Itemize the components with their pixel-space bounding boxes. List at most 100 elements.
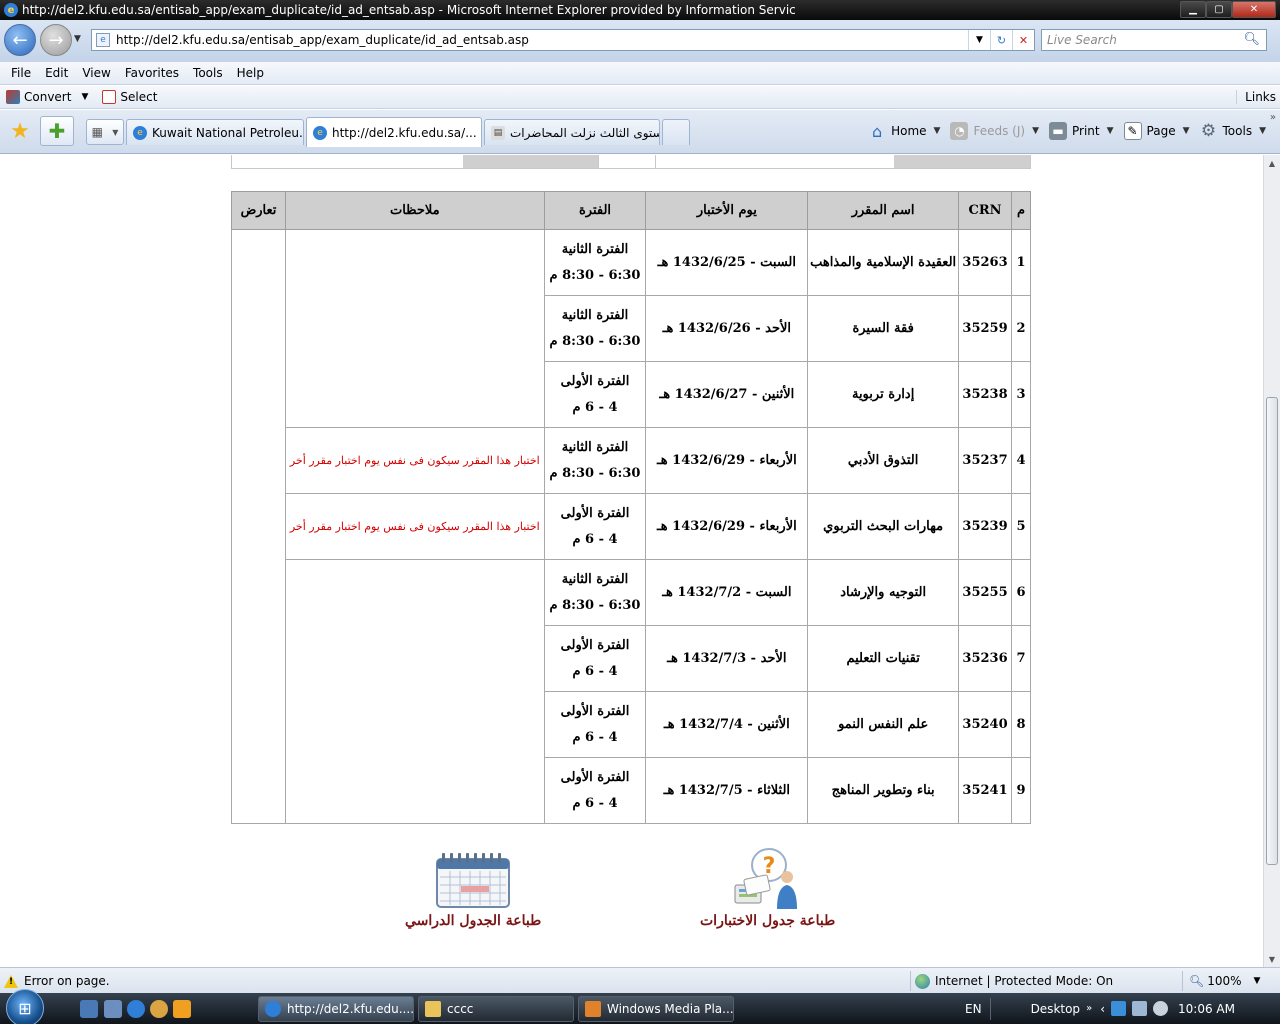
- history-dropdown-icon[interactable]: ▼: [74, 34, 81, 44]
- home-button[interactable]: ⌂ Home ▼: [868, 122, 941, 141]
- scrollbar-thumb[interactable]: [1266, 397, 1278, 865]
- language-indicator[interactable]: EN: [965, 1002, 982, 1016]
- taskbar-folder-window[interactable]: cccc: [418, 996, 574, 1022]
- tab-third-level[interactable]: ▤ المستوى الثالث نزلت المحاضرات: [484, 119, 660, 145]
- start-button[interactable]: ⊞: [6, 989, 44, 1024]
- office-quicklaunch-icon[interactable]: [173, 1000, 191, 1018]
- zoom-control[interactable]: 🔍︎ 100% ▼: [1182, 971, 1260, 991]
- page-button[interactable]: ✎ Page ▼: [1123, 122, 1190, 140]
- tools-button[interactable]: ⚙ Tools ▼: [1200, 121, 1266, 141]
- refresh-icon[interactable]: ↻: [990, 30, 1012, 50]
- menu-file[interactable]: File: [4, 66, 38, 80]
- address-url: http://del2.kfu.edu.sa/entisab_app/exam_…: [116, 33, 529, 47]
- period-time: 6:30 - 8:30 م: [549, 597, 641, 613]
- search-input[interactable]: Live Search 🔍︎: [1041, 29, 1267, 51]
- toolbar-overflow-icon[interactable]: »: [1270, 112, 1276, 123]
- convert-toolbar: Convert ▼ Select Links: [0, 86, 1280, 109]
- header-num: م: [1011, 191, 1031, 230]
- period-time: 4 - 6 م: [572, 729, 618, 745]
- close-button[interactable]: ✕: [1232, 1, 1276, 18]
- print-button[interactable]: ▬ Print ▼: [1049, 122, 1114, 140]
- media-quicklaunch-icon[interactable]: [150, 1000, 168, 1018]
- address-input[interactable]: e http://del2.kfu.edu.sa/entisab_app/exa…: [91, 29, 1035, 51]
- taskbar-ie-window[interactable]: http://del2.kfu.edu....: [258, 996, 414, 1022]
- security-zone[interactable]: Internet | Protected Mode: On: [910, 971, 1113, 991]
- ie-quicklaunch-icon[interactable]: [127, 1000, 145, 1018]
- window-title-bar[interactable]: e http://del2.kfu.edu.sa/entisab_app/exa…: [0, 0, 1280, 20]
- links-button[interactable]: Links: [1236, 90, 1276, 104]
- row-crn: 35236: [958, 625, 1013, 692]
- menu-edit[interactable]: Edit: [38, 66, 75, 80]
- minimize-button[interactable]: ▁: [1180, 1, 1206, 18]
- switch-windows-icon[interactable]: [104, 1000, 122, 1018]
- scroll-up-icon[interactable]: ▲: [1264, 155, 1280, 171]
- zone-alarm-icon[interactable]: [1111, 1001, 1126, 1016]
- menu-view[interactable]: View: [75, 66, 117, 80]
- row-day: الأثنين - 1432/6/27 هـ: [645, 361, 809, 428]
- volume-icon[interactable]: [1153, 1001, 1168, 1016]
- favorites-star-icon[interactable]: ★: [4, 116, 36, 146]
- feeds-button[interactable]: ◔ Feeds (J) ▼: [950, 122, 1039, 140]
- show-desktop-icon[interactable]: [80, 1000, 98, 1018]
- menu-favorites[interactable]: Favorites: [118, 66, 186, 80]
- period-name: الفترة الثانية: [561, 241, 629, 257]
- period-name: الفترة الأولى: [560, 769, 630, 785]
- period-time: 6:30 - 8:30 م: [549, 333, 641, 349]
- header-day: يوم الأختبار: [645, 191, 809, 230]
- row-crn: 35263: [958, 229, 1013, 296]
- row-period: الفترة الثانية 6:30 - 8:30 م: [543, 229, 647, 296]
- row-conflict: [231, 757, 286, 824]
- scroll-down-icon[interactable]: ▼: [1264, 951, 1280, 967]
- row-course: التذوق الأدبي: [807, 427, 960, 494]
- feeds-dropdown-icon[interactable]: ▼: [1032, 126, 1039, 136]
- search-icon[interactable]: 🔍︎: [1243, 32, 1260, 47]
- zone-text: Internet | Protected Mode: On: [935, 974, 1114, 988]
- tab-list-dropdown-icon[interactable]: ▼: [112, 128, 118, 137]
- menu-bar: File Edit View Favorites Tools Help: [0, 62, 1280, 85]
- clock[interactable]: 10:06 AM: [1178, 1002, 1235, 1016]
- row-course: فقة السيرة: [807, 295, 960, 362]
- network-icon[interactable]: [1132, 1001, 1147, 1016]
- row-period: الفترة الأولى 4 - 6 م: [543, 625, 647, 692]
- maximize-button[interactable]: ▢: [1206, 1, 1232, 18]
- select-button[interactable]: Select: [102, 90, 157, 104]
- print-exam-schedule-button[interactable]: ? طباعة جدول الاختبارات: [700, 847, 835, 929]
- zoom-dropdown-icon[interactable]: ▼: [1254, 976, 1261, 986]
- page-error-indicator[interactable]: ! Error on page.: [4, 974, 110, 988]
- row-crn: 35237: [958, 427, 1013, 494]
- table-row: 7 35236 تقنيات التعليم الأحد - 1432/7/3 …: [231, 625, 1031, 692]
- address-dropdown-icon[interactable]: ▼: [968, 30, 990, 50]
- vertical-scrollbar[interactable]: ▲ ▼: [1263, 155, 1280, 967]
- command-bar: ⌂ Home ▼ ◔ Feeds (J) ▼ ▬ Print ▼ ✎ Page …: [858, 118, 1266, 144]
- page-dropdown-icon[interactable]: ▼: [1183, 126, 1190, 136]
- home-dropdown-icon[interactable]: ▼: [934, 126, 941, 136]
- row-course: العقيدة الإسلامية والمذاهب: [807, 229, 960, 296]
- page-content: م CRN اسم المقرر يوم الأختبار الفترة ملا…: [0, 155, 1263, 967]
- print-dropdown-icon[interactable]: ▼: [1107, 126, 1114, 136]
- taskbar-button-label: http://del2.kfu.edu....: [287, 1002, 414, 1016]
- taskbar-media-player-window[interactable]: Windows Media Pla...: [578, 996, 734, 1022]
- add-favorites-icon[interactable]: ✚: [40, 116, 74, 146]
- row-note: [285, 559, 545, 626]
- table-row: 3 35238 إدارة تربوية الأثنين - 1432/6/27…: [231, 361, 1031, 428]
- quick-tabs-button[interactable]: ▦ ▼: [86, 119, 124, 145]
- back-button[interactable]: ←: [4, 24, 36, 56]
- desktop-overflow-icon[interactable]: »: [1086, 1003, 1092, 1014]
- tools-dropdown-icon[interactable]: ▼: [1259, 126, 1266, 136]
- new-tab-button[interactable]: [662, 119, 690, 145]
- printer-icon: ▬: [1049, 122, 1067, 140]
- desktop-toolbar[interactable]: Desktop: [1031, 1002, 1081, 1016]
- tab-kuwait[interactable]: e Kuwait National Petroleu...: [126, 119, 304, 145]
- forward-button[interactable]: →: [40, 24, 72, 56]
- convert-dropdown-icon[interactable]: ▼: [81, 92, 88, 102]
- row-conflict: [231, 493, 286, 560]
- tab-del2[interactable]: e http://del2.kfu.edu.sa/... ✕: [306, 117, 482, 147]
- stop-icon[interactable]: ✕: [1012, 30, 1034, 50]
- tray-expand-icon[interactable]: ‹: [1100, 1002, 1105, 1016]
- period-name: الفترة الثانية: [561, 439, 629, 455]
- print-class-schedule-button[interactable]: طباعة الجدول الدراسي: [405, 847, 541, 929]
- menu-tools[interactable]: Tools: [186, 66, 230, 80]
- row-course: إدارة تربوية: [807, 361, 960, 428]
- menu-help[interactable]: Help: [230, 66, 271, 80]
- convert-button[interactable]: Convert ▼: [6, 90, 88, 104]
